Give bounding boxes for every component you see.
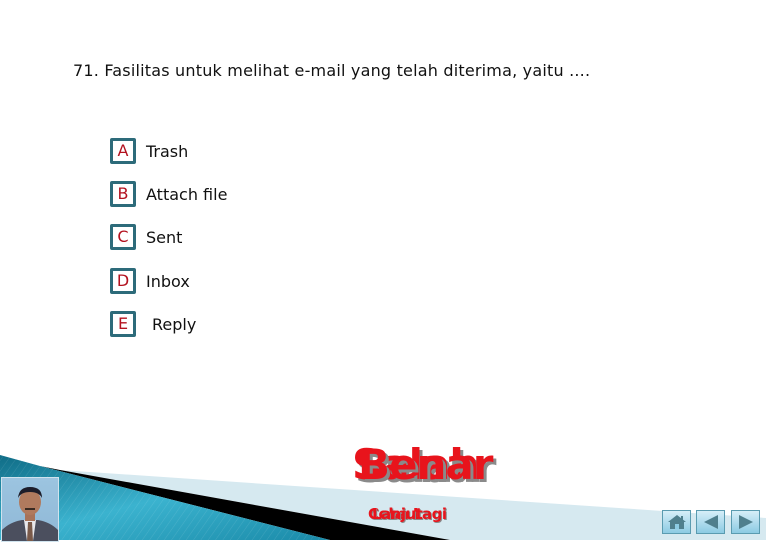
option-letter-box[interactable]: B — [110, 181, 136, 207]
next-button[interactable] — [731, 510, 760, 534]
option-b[interactable]: B Attach file — [110, 181, 227, 207]
next-link[interactable]: Lanjut — [372, 505, 423, 523]
option-a[interactable]: A Trash — [110, 138, 188, 164]
option-label: Sent — [146, 227, 183, 247]
option-d[interactable]: D Inbox — [110, 268, 190, 294]
option-letter-box[interactable]: D — [110, 268, 136, 294]
feedback-right-text: Benar — [358, 440, 493, 489]
home-icon — [667, 515, 686, 529]
home-button[interactable] — [662, 510, 691, 534]
option-label: Trash — [146, 141, 189, 161]
question-body: Fasilitas untuk melihat e-mail yang tela… — [104, 61, 591, 80]
option-e[interactable]: E Reply — [110, 311, 196, 337]
answer-feedback: Salah Benar Coba Lagi Lanjut — [352, 440, 493, 540]
author-photo — [1, 477, 59, 542]
option-label: Inbox — [146, 271, 190, 291]
question-text: 71. Fasilitas untuk melihat e-mail yang … — [73, 61, 590, 80]
triangle-left-icon — [703, 515, 718, 529]
person-portrait-icon — [2, 487, 58, 541]
option-letter-box[interactable]: E — [110, 311, 136, 337]
option-label: Attach file — [146, 184, 228, 204]
option-label: Reply — [152, 314, 197, 334]
option-letter-box[interactable]: A — [110, 138, 136, 164]
option-letter-box[interactable]: C — [110, 224, 136, 250]
option-c[interactable]: C Sent — [110, 224, 182, 250]
triangle-right-icon — [738, 515, 753, 529]
previous-button[interactable] — [696, 510, 725, 534]
question-number: 71. — [73, 61, 100, 80]
